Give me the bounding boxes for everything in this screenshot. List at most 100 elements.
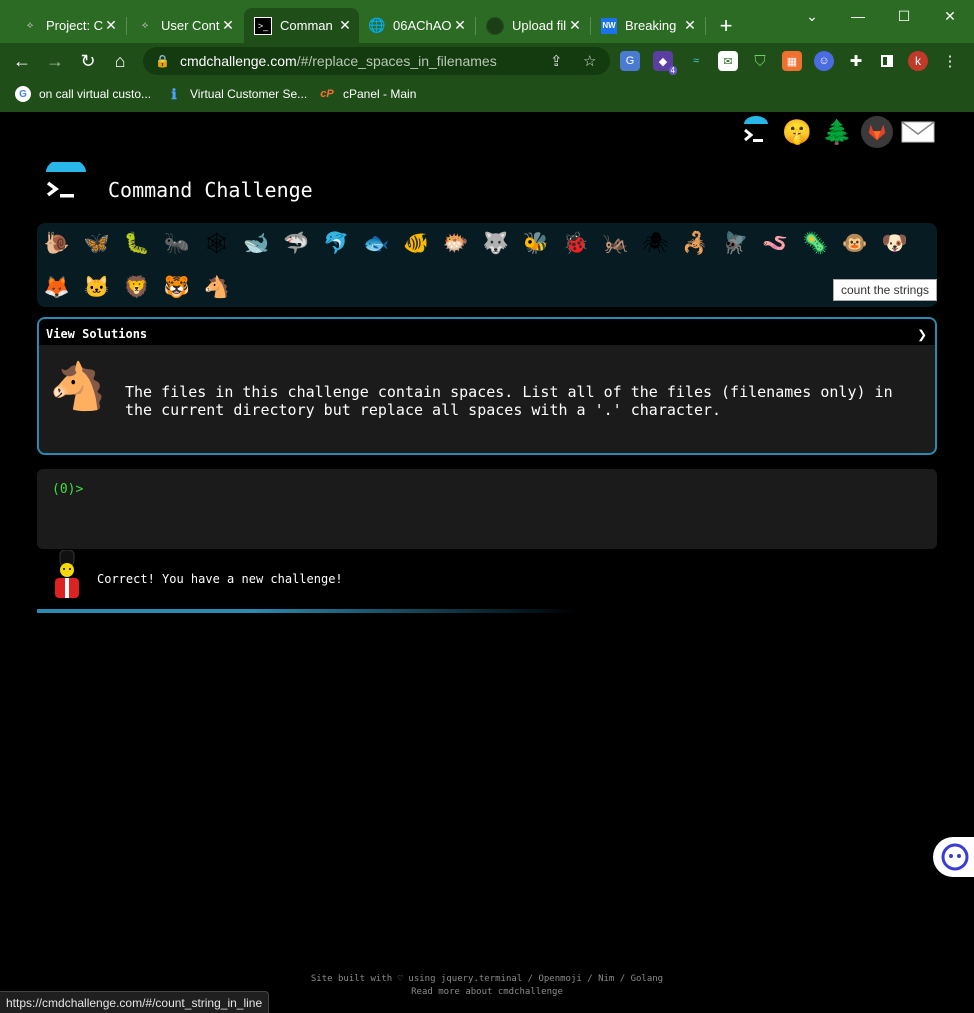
close-tab-icon[interactable]: ✕ (220, 17, 236, 34)
tab-upload-file[interactable]: Upload fil ✕ (476, 8, 589, 43)
tab-title: Breaking (625, 18, 677, 33)
terminal-prompt: (0)> (52, 482, 84, 497)
url-host: cmdchallenge.com (179, 53, 297, 69)
gitlab-icon[interactable] (861, 116, 893, 148)
address-bar-url: cmdchallenge.com/#/replace_spaces_in_fil… (180, 53, 497, 69)
horse-face-icon: 🐴 (49, 358, 107, 413)
fly-icon[interactable]: 🪰 (719, 227, 751, 259)
puzzle-icon[interactable]: ✚ (846, 51, 866, 71)
wolf-icon[interactable]: 🐺 (480, 227, 512, 259)
bookmark-virtual-customer[interactable]: ℹ Virtual Customer Se... (166, 86, 307, 102)
bookmark-star-icon[interactable]: ☆ (583, 52, 596, 70)
lion-face-icon[interactable]: 🦁 (121, 271, 153, 303)
tab-title: Comman (280, 18, 333, 33)
extension-grid-icon[interactable]: ▦ (782, 51, 802, 71)
tab-search-button[interactable]: ⌄ (789, 4, 835, 28)
tab-user-cont[interactable]: ⟡ User Cont ✕ (127, 8, 242, 43)
extension-cube-icon[interactable]: ◆ 4 (653, 51, 677, 75)
microbe-icon[interactable]: 🦠 (799, 227, 831, 259)
reload-button[interactable]: ↻ (76, 49, 100, 73)
worm-icon[interactable]: 🪱 (759, 227, 791, 259)
chevron-right-icon[interactable]: ❯ (917, 325, 927, 344)
status-bar-url: https://cmdchallenge.com/#/count_string_… (0, 991, 270, 1013)
mail-icon[interactable] (900, 116, 936, 148)
progress-bar (37, 609, 577, 613)
close-tab-icon[interactable]: ✕ (452, 17, 468, 34)
view-solutions-header[interactable]: View Solutions ❯ (39, 319, 935, 345)
home-button[interactable]: ⌂ (108, 49, 132, 73)
side-panel-icon[interactable] (877, 51, 897, 71)
butterfly-icon[interactable]: 🦋 (81, 227, 113, 259)
spider-web-icon[interactable]: 🕸 (201, 227, 233, 259)
shushing-face-icon[interactable]: 🤫 (781, 116, 813, 148)
chat-widget-button[interactable] (933, 837, 974, 877)
bookmark-on-call[interactable]: G on call virtual custo... (15, 86, 151, 102)
extension-mail-icon[interactable]: ✉ (718, 51, 738, 71)
whale-icon[interactable]: 🐋 (241, 227, 273, 259)
tab-title: Project: C (46, 18, 103, 33)
bookmark-label: cPanel - Main (343, 87, 417, 101)
caterpillar-icon[interactable]: 🐛 (121, 227, 153, 259)
close-tab-icon[interactable]: ✕ (337, 17, 353, 34)
view-solutions-label: View Solutions (46, 327, 148, 341)
tab-title: User Cont (161, 18, 220, 33)
snail-icon[interactable]: 🐌 (41, 227, 73, 259)
gitlab-icon: ⟡ (141, 20, 149, 31)
extension-bot-icon[interactable]: ☺ (814, 51, 834, 71)
new-tab-button[interactable]: + (712, 12, 740, 40)
ant-icon[interactable]: 🐜 (161, 227, 193, 259)
close-window-button[interactable]: ✕ (927, 4, 973, 28)
shield-icon[interactable]: ⛉ (750, 51, 770, 71)
tab-breaking[interactable]: NW Breaking ✕ (591, 8, 704, 43)
bookmark-cpanel[interactable]: cP cPanel - Main (319, 86, 416, 102)
minimize-button[interactable]: — (835, 4, 881, 28)
lady-beetle-icon[interactable]: 🐞 (560, 227, 592, 259)
challenge-description: The files in this challenge contain spac… (125, 383, 893, 419)
dolphin-icon[interactable]: 🐬 (320, 227, 352, 259)
spider-icon[interactable]: 🕷 (640, 227, 672, 259)
google-translate-icon[interactable]: G (620, 51, 640, 71)
extension-wave-icon[interactable]: ≈ (686, 51, 706, 71)
guard-icon (50, 549, 84, 600)
close-tab-icon[interactable]: ✕ (103, 17, 119, 34)
chat-bot-icon (941, 843, 969, 871)
tropical-fish-icon[interactable]: 🐠 (400, 227, 432, 259)
cpanel-icon: cP (320, 88, 334, 100)
challenge-panel: View Solutions ❯ 🐴 The files in this cha… (37, 317, 937, 455)
monkey-face-icon[interactable]: 🐵 (839, 227, 871, 259)
page-content: 🤫 🌲 Command Challenge 🐌 🦋 🐛 🐜 🕸 🐋 🦈 🐬 🐟 🐠 🐡 🐺 🐝 🐞 🦗 🕷 🦂 🪰… (0, 112, 974, 1013)
fox-face-icon[interactable]: 🦊 (41, 271, 73, 303)
horse-face-icon[interactable]: 🐴 (201, 271, 233, 303)
back-button[interactable]: ← (10, 49, 34, 73)
tab-project[interactable]: ⟡ Project: C ✕ (12, 8, 125, 43)
bookmark-label: Virtual Customer Se... (190, 87, 308, 101)
close-tab-icon[interactable]: ✕ (682, 17, 698, 34)
forward-button[interactable]: → (43, 49, 67, 73)
scorpion-icon[interactable]: 🦂 (679, 227, 711, 259)
blowfish-icon[interactable]: 🐡 (440, 227, 472, 259)
share-icon[interactable]: ⇪ (550, 52, 563, 70)
arrow-left-icon: ← (13, 50, 31, 71)
feedback-message: Correct! You have a new challenge! (97, 572, 343, 586)
evergreen-tree-icon[interactable]: 🌲 (821, 116, 853, 148)
maximize-button[interactable]: ☐ (881, 4, 927, 28)
tab-06achao[interactable]: 🌐 06AChAO ✕ (359, 8, 474, 43)
footer-credits: Site built with ♡ using jquery.terminal … (310, 974, 664, 984)
close-tab-icon[interactable]: ✕ (567, 17, 583, 34)
shark-icon[interactable]: 🦈 (280, 227, 312, 259)
fish-icon[interactable]: 🐟 (360, 227, 392, 259)
terminal[interactable]: (0)> (37, 469, 937, 549)
google-icon: G (15, 86, 31, 102)
extension-badge: 4 (668, 66, 677, 75)
bee-icon[interactable]: 🐝 (520, 227, 552, 259)
tab-title: 06AChAO (393, 18, 452, 33)
tiger-face-icon[interactable]: 🐯 (161, 271, 193, 303)
profile-avatar[interactable]: k (908, 51, 928, 71)
tab-command-challenge[interactable]: >_ Comman ✕ (244, 8, 359, 43)
cat-face-icon[interactable]: 🐱 (81, 271, 113, 303)
menu-kebab-icon[interactable]: ⋮ (940, 51, 960, 71)
address-bar[interactable]: 🔒 cmdchallenge.com/#/replace_spaces_in_f… (143, 47, 610, 75)
cricket-icon[interactable]: 🦗 (600, 227, 632, 259)
terminal-logo-icon[interactable] (740, 116, 772, 148)
dog-face-icon[interactable]: 🐶 (879, 227, 911, 259)
